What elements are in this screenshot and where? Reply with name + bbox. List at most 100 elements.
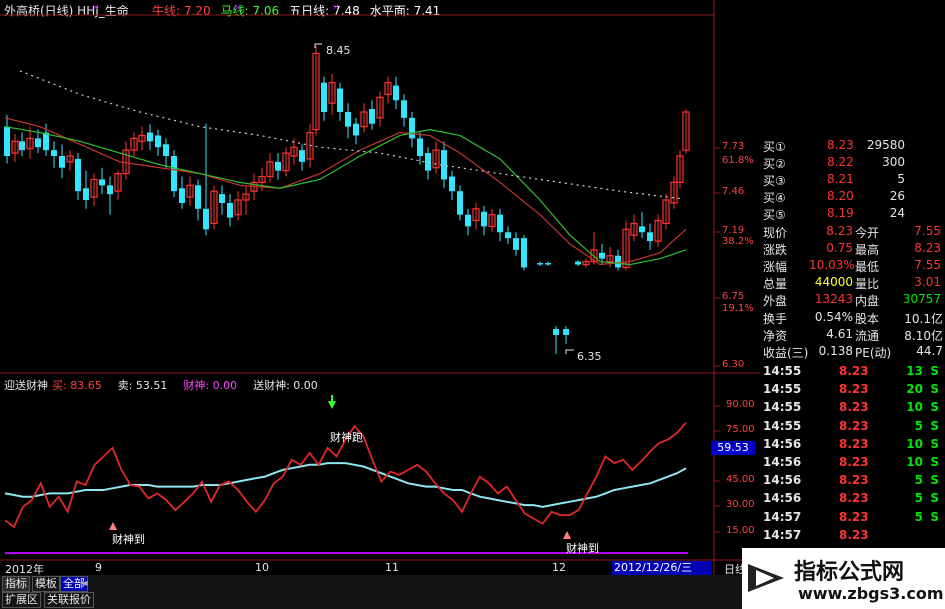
down-arrow-icon xyxy=(328,401,336,409)
indicator-tick-1: 75.00 xyxy=(726,424,755,435)
tick-side: S xyxy=(930,418,939,433)
bid-label: 买④ xyxy=(763,191,786,205)
candle-body-down xyxy=(417,138,423,156)
tab-extension[interactable]: 扩展区 xyxy=(2,592,41,608)
tick-price: 8.23 xyxy=(839,491,869,506)
tick-time: 14:56 xyxy=(763,455,802,469)
signal-label-top: 财神跑 xyxy=(330,431,363,444)
tick-price: 8.23 xyxy=(839,527,869,542)
fundamental-value: 4.61 xyxy=(826,327,853,341)
tick-volume: 10 xyxy=(906,400,923,415)
bid-row: 买② 8.22 300 xyxy=(759,155,945,172)
tick-side: S xyxy=(930,436,939,451)
candle-body-down xyxy=(299,150,305,162)
quote-value: 3.01 xyxy=(914,275,941,289)
price-tick-1: 61.8% xyxy=(722,155,754,166)
tick-price: 8.23 xyxy=(839,400,869,415)
low-pointer xyxy=(565,349,574,354)
candle-body-down xyxy=(409,117,415,139)
quote-panel: 买① 8.23 29580 买② 8.22 300 买③ 8.21 5 买④ 8.20 26 买⑤ 8.1… xyxy=(759,0,945,575)
quote-label: 总量 xyxy=(763,277,788,291)
date-label-3: 11 xyxy=(385,561,399,574)
quote-label: 最高 xyxy=(855,243,880,257)
fundamental-value: 0.54% xyxy=(814,310,853,324)
candle-body-down xyxy=(155,135,161,148)
price-tick-5: 6.75 xyxy=(722,291,745,302)
bid-price: 8.19 xyxy=(827,206,854,220)
quote-value: 10.03% xyxy=(809,258,855,272)
candle-body-down xyxy=(51,150,57,156)
tick-time: 14:56 xyxy=(763,436,802,451)
date-label-1: 9 xyxy=(95,561,102,574)
tick-side: S xyxy=(930,455,939,469)
indicator-tick-3: 30.00 xyxy=(726,499,755,510)
tick-row: 14:55 8.23 10 S xyxy=(759,400,945,418)
bid-price: 8.21 xyxy=(827,172,854,186)
candle-body-down xyxy=(465,214,471,227)
bid-row: 买⑤ 8.19 24 xyxy=(759,206,945,223)
ma-line xyxy=(4,126,687,266)
candle-body-down xyxy=(615,255,621,268)
fundamental-value: 10.1亿 xyxy=(904,312,943,326)
quote-label: 现价 xyxy=(763,226,788,240)
tab-template[interactable]: 模板 xyxy=(32,576,60,592)
candle-body-down xyxy=(179,188,185,203)
up-arrow-icon-2 xyxy=(563,531,571,539)
fundamental-label: 流通 xyxy=(855,329,880,343)
bid-price: 8.20 xyxy=(827,189,854,203)
tick-side: S xyxy=(930,473,939,488)
candle-body-down xyxy=(553,329,559,335)
scroll-left-icon[interactable]: ◄ xyxy=(80,578,88,589)
watermark-logo-icon xyxy=(744,556,788,600)
tick-volume: 20 xyxy=(906,382,923,397)
candle-body-down xyxy=(227,202,233,218)
tick-side: S xyxy=(930,382,939,397)
tick-row: 14:56 8.23 10 S xyxy=(759,437,945,455)
signal-label-bottom-2: 财神到 xyxy=(566,542,599,555)
quote-label: 涨幅 xyxy=(763,260,788,274)
tab-related-quotes[interactable]: 关联报价 xyxy=(44,592,94,608)
kline-chart[interactable]: × × × xyxy=(0,0,760,575)
candle-body-down xyxy=(449,176,455,192)
candle-body-down xyxy=(647,232,653,242)
current-date-label: 2012/12/26/三 xyxy=(612,561,712,575)
candle-body-down xyxy=(513,238,519,250)
bid-volume: 5 xyxy=(897,172,905,186)
fundamental-label: 股本 xyxy=(855,312,880,326)
candle-body-down xyxy=(563,329,569,335)
tick-price: 8.23 xyxy=(839,418,869,433)
tick-side: S xyxy=(930,509,939,524)
candle-body-down xyxy=(521,238,527,268)
candle-body-down xyxy=(321,82,327,112)
tick-volume: 5 xyxy=(914,491,923,506)
candle-body-down xyxy=(99,179,105,186)
tab-indicator[interactable]: 指标 xyxy=(2,576,30,592)
candle-body-down xyxy=(505,232,511,239)
cross-mark-icon: × xyxy=(234,3,242,13)
price-tick-7: 6.30 xyxy=(722,359,745,370)
candle-body-down xyxy=(497,214,503,233)
fundamental-value: 0.138 xyxy=(818,344,853,358)
quote-row: 外盘 13243 内盘 30757 xyxy=(759,292,945,309)
watermark-title: 指标公式网 xyxy=(794,560,905,585)
indicator-value-0: 买: 83.65 xyxy=(52,379,102,392)
candle-body-down xyxy=(83,188,89,200)
tick-volume: 10 xyxy=(906,455,923,469)
fundamental-label: 换手 xyxy=(763,312,788,326)
indicator-value-3: 送财神: 0.00 xyxy=(253,379,318,392)
fundamental-row: 净资 4.61 流通 8.10亿 xyxy=(759,327,945,344)
high-price-label: 8.45 xyxy=(326,44,351,57)
bid-row: 买① 8.23 29580 xyxy=(759,138,945,155)
candle-body-down xyxy=(171,156,177,192)
indicator-name: 迎送财神 xyxy=(4,379,48,392)
quote-value: 13243 xyxy=(814,292,853,306)
quote-label: 今开 xyxy=(855,226,880,240)
bid-volume: 24 xyxy=(889,206,905,220)
tick-time: 14:55 xyxy=(763,382,802,397)
bid-row: 买③ 8.21 5 xyxy=(759,172,945,189)
tick-time: 14:55 xyxy=(763,418,802,433)
fundamental-value: 8.10亿 xyxy=(904,329,943,343)
tick-time: 14:56 xyxy=(763,473,802,488)
quote-label: 最低 xyxy=(855,260,880,274)
tick-time: 14:57 xyxy=(763,527,802,542)
